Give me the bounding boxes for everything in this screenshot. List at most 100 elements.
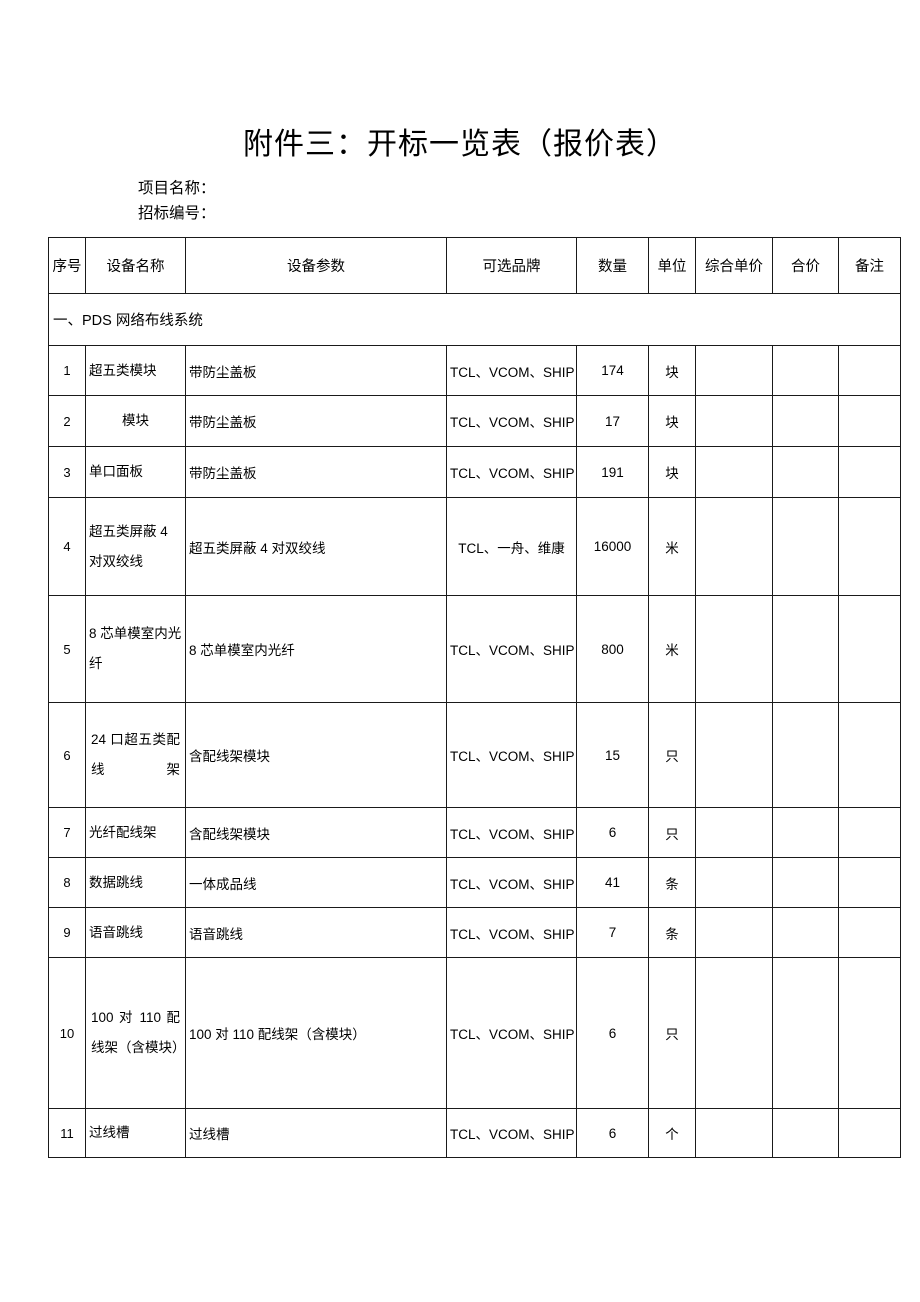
cell-note[interactable] (838, 702, 901, 808)
cell-note[interactable] (838, 957, 901, 1109)
column-header-unit-price: 综合单价 (695, 237, 773, 294)
cell-total-price[interactable] (772, 497, 839, 596)
cell-brand: TCL、VCOM、SHIP (446, 446, 577, 498)
cell-device-name: 8 芯单模室内光纤 (85, 595, 186, 703)
table-row: 9 语音跳线 语音跳线 TCL、VCOM、SHIP 7 条 (48, 907, 901, 958)
cell-quantity: 17 (576, 395, 649, 447)
cell-device-name: 超五类模块 (85, 345, 186, 396)
cell-unit-price[interactable] (695, 595, 773, 703)
cell-device-param: 过线槽 (185, 1108, 447, 1158)
cell-unit-price[interactable] (695, 497, 773, 596)
cell-unit-price[interactable] (695, 395, 773, 447)
column-header-unit: 单位 (648, 237, 696, 294)
cell-unit: 只 (648, 807, 696, 858)
cell-index: 8 (48, 857, 86, 908)
cell-unit: 只 (648, 957, 696, 1109)
cell-note[interactable] (838, 807, 901, 858)
cell-device-param: 带防尘盖板 (185, 345, 447, 396)
cell-total-price[interactable] (772, 857, 839, 908)
cell-note[interactable] (838, 497, 901, 596)
cell-device-name: 数据跳线 (85, 857, 186, 908)
cell-index: 1 (48, 345, 86, 396)
cell-note[interactable] (838, 907, 901, 958)
column-header-brand: 可选品牌 (446, 237, 577, 294)
cell-brand: TCL、VCOM、SHIP (446, 595, 577, 703)
table-row: 58 芯单模室内光纤 8 芯单模室内光纤 TCL、VCOM、SHIP 800 米 (48, 595, 901, 703)
page-title: 附件三：开标一览表（报价表） (243, 128, 677, 161)
cell-unit: 条 (648, 907, 696, 958)
cell-unit: 块 (648, 446, 696, 498)
cell-device-param: 超五类屏蔽 4 对双绞线 (185, 497, 447, 596)
cell-brand: TCL、VCOM、SHIP (446, 702, 577, 808)
cell-total-price[interactable] (772, 702, 839, 808)
cell-total-price[interactable] (772, 595, 839, 703)
cell-unit-price[interactable] (695, 446, 773, 498)
cell-index: 6 (48, 702, 86, 808)
cell-total-price[interactable] (772, 907, 839, 958)
cell-device-param: 一体成品线 (185, 857, 447, 908)
cell-note[interactable] (838, 345, 901, 396)
cell-device-name: 单口面板 (85, 446, 186, 498)
cell-quantity: 174 (576, 345, 649, 396)
cell-unit-price[interactable] (695, 807, 773, 858)
cell-note[interactable] (838, 1108, 901, 1158)
section-title-row: 一、PDS 网络布线系统 (48, 293, 901, 346)
cell-device-param: 8 芯单模室内光纤 (185, 595, 447, 703)
cell-brand: TCL、VCOM、SHIP (446, 957, 577, 1109)
cell-note[interactable] (838, 857, 901, 908)
cell-unit-price[interactable] (695, 907, 773, 958)
cell-total-price[interactable] (772, 957, 839, 1109)
project-name-label: 项目名称： (138, 180, 216, 197)
cell-device-param: 含配线架模块 (185, 702, 447, 808)
cell-index: 2 (48, 395, 86, 447)
column-header-param: 设备参数 (185, 237, 447, 294)
cell-quantity: 41 (576, 857, 649, 908)
cell-total-price[interactable] (772, 446, 839, 498)
cell-brand: TCL、VCOM、SHIP (446, 1108, 577, 1158)
table-row: 4 超五类屏蔽 4 对双绞线 超五类屏蔽 4 对双绞线 TCL、一舟、维康 16000 米 (48, 497, 901, 596)
table-header: 序号 设备名称 设备参数 可选品牌 数量 单位 综合单价 合价 备注 (48, 237, 901, 294)
table-row: 10 100 对 110 配线架（含模块） 100 对 110 配线架（含模块） TC… (48, 957, 901, 1109)
cell-unit: 条 (648, 857, 696, 908)
cell-unit-price[interactable] (695, 702, 773, 808)
cell-unit-price[interactable] (695, 1108, 773, 1158)
cell-brand: TCL、一舟、维康 (446, 497, 577, 596)
cell-note[interactable] (838, 595, 901, 703)
table-row: 6 24 口超五类配线架 含配线架模块 TCL、VCOM、SHIP 15 只 (48, 702, 901, 808)
cell-note[interactable] (838, 395, 901, 447)
cell-unit: 米 (648, 497, 696, 596)
cell-index: 7 (48, 807, 86, 858)
cell-unit: 块 (648, 345, 696, 396)
table-body: 一、PDS 网络布线系统 1 超五类模块 带防尘盖板 TCL、VCOM、SHIP 174 块… (48, 293, 901, 1158)
cell-total-price[interactable] (772, 807, 839, 858)
table-row: 7 光纤配线架 含配线架模块 TCL、VCOM、SHIP 6 只 (48, 807, 901, 858)
document-page: 附件三：开标一览表（报价表） 项目名称： 招标编号： 序号 设备名称 设备参数 … (0, 0, 920, 1302)
column-header-qty: 数量 (576, 237, 649, 294)
cell-quantity: 6 (576, 957, 649, 1109)
cell-unit-price[interactable] (695, 957, 773, 1109)
column-header-total: 合价 (772, 237, 839, 294)
cell-quantity: 6 (576, 807, 649, 858)
cell-note[interactable] (838, 446, 901, 498)
cell-quantity: 15 (576, 702, 649, 808)
cell-unit: 块 (648, 395, 696, 447)
cell-unit-price[interactable] (695, 857, 773, 908)
cell-total-price[interactable] (772, 1108, 839, 1158)
cell-index: 9 (48, 907, 86, 958)
cell-index: 11 (48, 1108, 86, 1158)
cell-device-name: 过线槽 (85, 1108, 186, 1158)
cell-index: 5 (48, 595, 86, 703)
cell-quantity: 800 (576, 595, 649, 703)
cell-index: 4 (48, 497, 86, 596)
cell-device-param: 含配线架模块 (185, 807, 447, 858)
cell-total-price[interactable] (772, 395, 839, 447)
cell-device-name: 24 口超五类配线架 (85, 702, 186, 808)
cell-index: 3 (48, 446, 86, 498)
cell-brand: TCL、VCOM、SHIP (446, 395, 577, 447)
cell-unit-price[interactable] (695, 345, 773, 396)
cell-device-name: 100 对 110 配线架（含模块） (85, 957, 186, 1109)
cell-brand: TCL、VCOM、SHIP (446, 345, 577, 396)
table-row: 1 超五类模块 带防尘盖板 TCL、VCOM、SHIP 174 块 (48, 345, 901, 396)
cell-total-price[interactable] (772, 345, 839, 396)
cell-unit: 米 (648, 595, 696, 703)
